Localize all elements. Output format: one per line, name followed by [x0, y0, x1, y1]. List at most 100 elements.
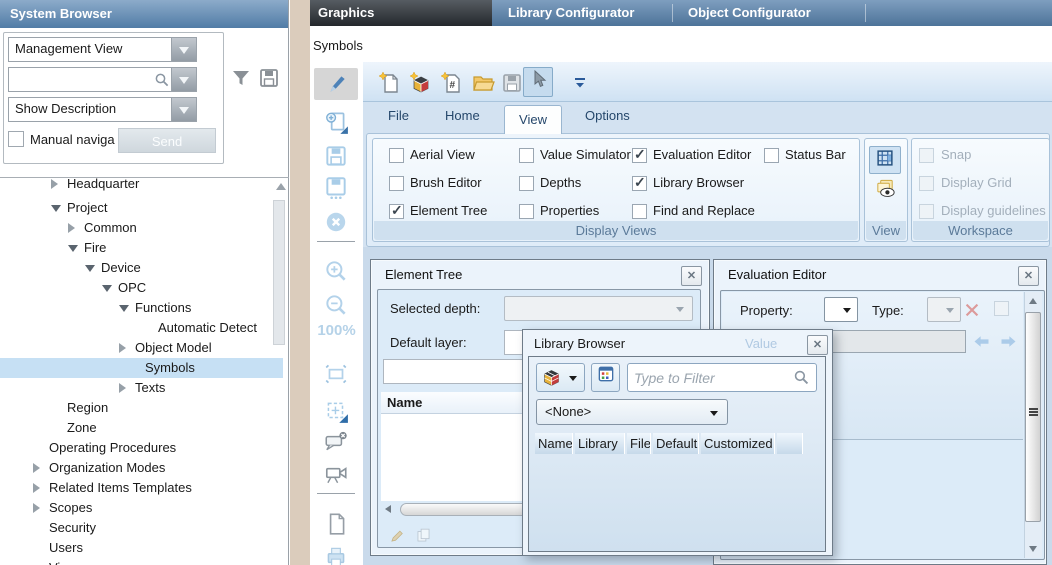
save-as-button[interactable]: [314, 172, 358, 204]
layer-visibility-button[interactable]: [869, 177, 901, 205]
tree-item-project[interactable]: Project: [0, 198, 283, 218]
view-mode-button[interactable]: [591, 363, 620, 392]
expand-arrow-icon[interactable]: [33, 483, 40, 493]
close-icon[interactable]: ✕: [681, 266, 702, 286]
ribbon-tab-file[interactable]: File: [388, 108, 409, 123]
expand-arrow-icon[interactable]: [119, 383, 126, 393]
scroll-up-icon[interactable]: [276, 183, 286, 190]
comment-remove-button[interactable]: [314, 425, 358, 457]
send-button[interactable]: Send: [118, 128, 216, 153]
tab-graphics-label[interactable]: Graphics: [318, 5, 374, 20]
expand-arrow-icon[interactable]: [119, 343, 126, 353]
tab-library-configurator[interactable]: Library Configurator: [508, 5, 634, 20]
expand-arrow-icon[interactable]: [33, 503, 40, 513]
column-header-file[interactable]: File: [627, 433, 651, 454]
zoom-in-button[interactable]: [314, 255, 358, 287]
scroll-up-icon[interactable]: [1029, 298, 1037, 304]
collapse-arrow-icon[interactable]: [102, 285, 112, 292]
checkbox-library-browser[interactable]: [632, 176, 647, 191]
tree-item-scopes[interactable]: Scopes: [0, 498, 283, 518]
new-document-button[interactable]: [314, 508, 358, 540]
checkbox-properties[interactable]: [519, 204, 534, 219]
print-button[interactable]: [314, 541, 358, 565]
checkbox-value-simulator[interactable]: [519, 148, 534, 163]
tree-item-fire[interactable]: Fire: [0, 238, 283, 258]
tree-item-opc[interactable]: OPC: [0, 278, 283, 298]
search-icon[interactable]: [153, 71, 171, 92]
tree-item-common[interactable]: Common: [0, 218, 283, 238]
tree-item-views[interactable]: Views: [0, 558, 283, 565]
save-button[interactable]: [314, 140, 358, 172]
forward-arrow-icon[interactable]: [998, 331, 1019, 355]
tree-item-zone[interactable]: Zone: [0, 418, 283, 438]
tree-item-users[interactable]: Users: [0, 538, 283, 558]
tree-item-functions[interactable]: Functions: [0, 298, 283, 318]
ribbon-tab-options[interactable]: Options: [585, 108, 630, 123]
ribbon-tab-home[interactable]: Home: [445, 108, 480, 123]
evaluation-checkbox[interactable]: [994, 301, 1009, 316]
scroll-down-icon[interactable]: [1029, 546, 1037, 552]
library-selector-button[interactable]: [536, 363, 585, 392]
column-header-customized[interactable]: Customized: [701, 433, 775, 454]
checkbox-depths[interactable]: [519, 176, 534, 191]
tree-item-texts[interactable]: Texts: [0, 378, 283, 398]
column-header-library[interactable]: Library: [575, 433, 625, 454]
expand-arrow-icon[interactable]: [51, 179, 58, 189]
filter-searchbox[interactable]: [627, 363, 817, 392]
fit-view-button[interactable]: [314, 358, 358, 390]
checkbox-display-guidelines[interactable]: [919, 204, 934, 219]
save-disabled-button[interactable]: [500, 71, 524, 98]
edit-element-icon[interactable]: [388, 526, 407, 548]
checkbox-brush-editor[interactable]: [389, 176, 404, 191]
ribbon-tab-view[interactable]: View: [504, 105, 562, 134]
edit-pen-button[interactable]: [314, 68, 358, 100]
tree-item-organization-modes[interactable]: Organization Modes: [0, 458, 283, 478]
open-folder-button[interactable]: [471, 71, 495, 98]
manual-navigation-checkbox[interactable]: [8, 131, 24, 147]
add-page-button[interactable]: [314, 106, 358, 138]
tree-item-device[interactable]: Device: [0, 258, 283, 278]
column-header-name[interactable]: Name: [535, 433, 573, 454]
save-filter-icon[interactable]: [257, 66, 281, 93]
checkbox-display-grid[interactable]: [919, 176, 934, 191]
close-icon[interactable]: ✕: [807, 335, 828, 355]
tree-item-security[interactable]: Security: [0, 518, 283, 538]
checkbox-status-bar[interactable]: [764, 148, 779, 163]
expand-arrow-icon[interactable]: [68, 223, 75, 233]
new-object-button[interactable]: [409, 71, 433, 98]
view-selector-combobox[interactable]: Management View: [8, 37, 197, 62]
column-header-default[interactable]: Default: [653, 433, 699, 454]
close-icon[interactable]: ✕: [1018, 266, 1039, 286]
library-combobox[interactable]: <None>: [536, 399, 728, 425]
column-header-blank[interactable]: [777, 433, 803, 454]
pointer-tool-button[interactable]: [523, 67, 553, 97]
tree-item-operating-procedures[interactable]: Operating Procedures: [0, 438, 283, 458]
search-field[interactable]: [8, 67, 197, 92]
new-template-button[interactable]: #: [440, 71, 464, 98]
select-area-button[interactable]: [314, 395, 358, 427]
grid-settings-button[interactable]: [869, 146, 901, 174]
checkbox-snap[interactable]: [919, 148, 934, 163]
description-selector-combobox[interactable]: Show Description: [8, 97, 197, 122]
tree-item-headquarter[interactable]: Headquarter: [0, 178, 283, 194]
expand-arrow-icon[interactable]: [33, 463, 40, 473]
vertical-scrollbar-thumb[interactable]: [1025, 312, 1041, 522]
tree-item-related-items-templates[interactable]: Related Items Templates: [0, 478, 283, 498]
type-combobox[interactable]: [927, 297, 961, 322]
back-arrow-icon[interactable]: [971, 331, 992, 355]
tab-object-configurator[interactable]: Object Configurator: [688, 5, 811, 20]
search-dropdown-button[interactable]: [171, 68, 196, 91]
checkbox-aerial-view[interactable]: [389, 148, 404, 163]
filter-icon[interactable]: [229, 66, 253, 93]
delete-x-icon[interactable]: [962, 300, 982, 323]
tree-item-symbols[interactable]: Symbols: [0, 358, 283, 378]
new-page-button[interactable]: [378, 71, 402, 98]
property-combobox[interactable]: [824, 297, 858, 322]
selected-depth-combobox[interactable]: [504, 296, 693, 321]
collapse-arrow-icon[interactable]: [85, 265, 95, 272]
camera-button[interactable]: [314, 457, 358, 489]
overflow-button[interactable]: [568, 71, 592, 98]
scroll-left-icon[interactable]: [385, 505, 391, 513]
checkbox-element-tree[interactable]: [389, 204, 404, 219]
document-tab-symbols[interactable]: Symbols: [313, 38, 363, 53]
